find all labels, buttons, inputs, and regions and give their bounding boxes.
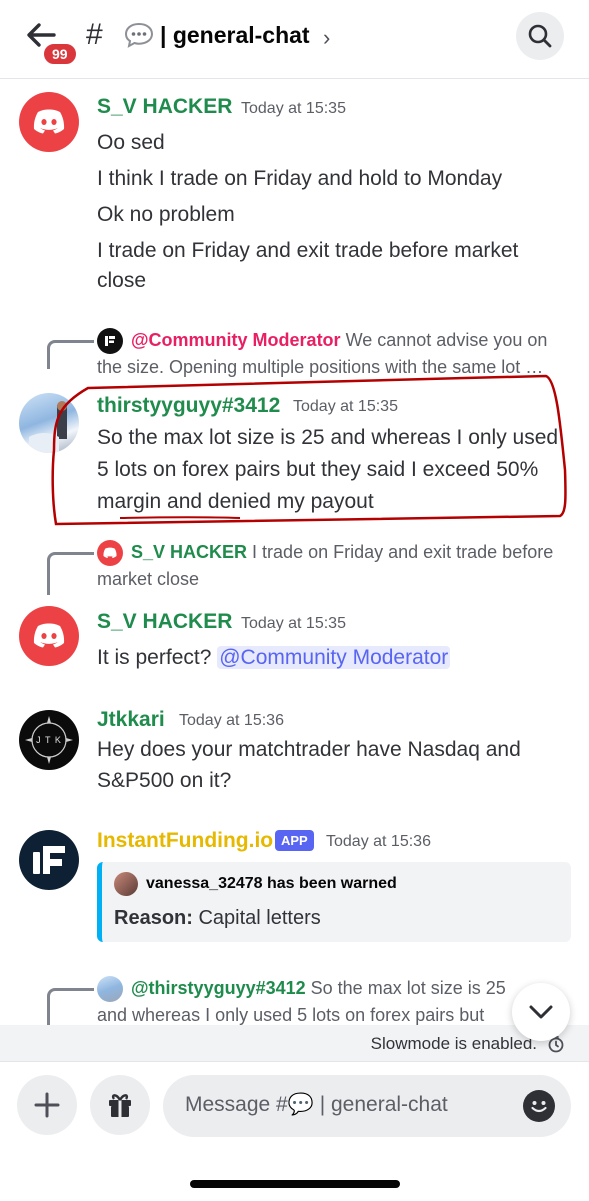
slowmode-bar: Slowmode is enabled. xyxy=(0,1025,589,1061)
emoji-button[interactable] xyxy=(523,1090,555,1122)
message-timestamp: Today at 15:35 xyxy=(241,615,346,632)
embed-avatar xyxy=(114,872,138,896)
embed-title: vanessa_32478 has been warned xyxy=(146,875,397,892)
embed-reason-value: Capital letters xyxy=(198,907,321,929)
reply-preview[interactable]: S_V HACKER I trade on Friday and exit tr… xyxy=(97,539,567,593)
home-indicator xyxy=(190,1180,400,1188)
avatar-initials: J T K xyxy=(36,735,62,745)
reply-preview[interactable]: @thirstyyguyy#3412 So the max lot size i… xyxy=(97,975,507,1029)
message-timestamp: Today at 15:36 xyxy=(179,712,284,729)
emoji-smile-icon xyxy=(531,1101,547,1113)
message-author[interactable]: Jtkkari xyxy=(97,708,165,732)
avatar[interactable] xyxy=(19,830,79,890)
scroll-to-bottom-button[interactable] xyxy=(512,983,570,1041)
gift-icon xyxy=(109,1094,131,1117)
message-input[interactable]: Message #💬 | general-chat xyxy=(163,1075,571,1137)
embed-reason: Reason: Capital letters xyxy=(114,907,321,930)
message-text-content: It is perfect? xyxy=(97,646,212,669)
message-text: Hey does your matchtrader have Nasdaq an… xyxy=(97,738,521,792)
mention-community-moderator[interactable]: @Community Moderator xyxy=(217,646,451,669)
avatar[interactable] xyxy=(19,606,79,666)
avatar[interactable]: J T K xyxy=(19,710,79,770)
embed-reason-label: Reason: xyxy=(114,907,193,929)
reply-author[interactable]: S_V HACKER xyxy=(131,542,247,562)
chevron-down-icon xyxy=(529,1005,553,1019)
add-attachment-button[interactable] xyxy=(17,1075,77,1135)
message-text: It is perfect? @Community Moderator xyxy=(97,643,567,673)
slowmode-text: Slowmode is enabled. xyxy=(370,1034,537,1053)
message-input-placeholder: Message #💬 | general-chat xyxy=(185,1093,448,1116)
reply-author[interactable]: @thirstyyguyy#3412 xyxy=(131,978,306,998)
message-author[interactable]: InstantFunding.io xyxy=(97,829,273,853)
instantfunding-logo-icon xyxy=(33,846,65,874)
plus-icon xyxy=(34,1092,60,1118)
message-author[interactable]: S_V HACKER xyxy=(97,610,232,634)
discord-logo-icon xyxy=(33,623,65,648)
message-timestamp: Today at 15:36 xyxy=(326,833,431,850)
gift-button[interactable] xyxy=(90,1075,150,1135)
reply-connector xyxy=(47,552,94,595)
warning-embed: vanessa_32478 has been warned Reason: Ca… xyxy=(97,862,571,942)
app-badge: APP xyxy=(275,830,314,851)
